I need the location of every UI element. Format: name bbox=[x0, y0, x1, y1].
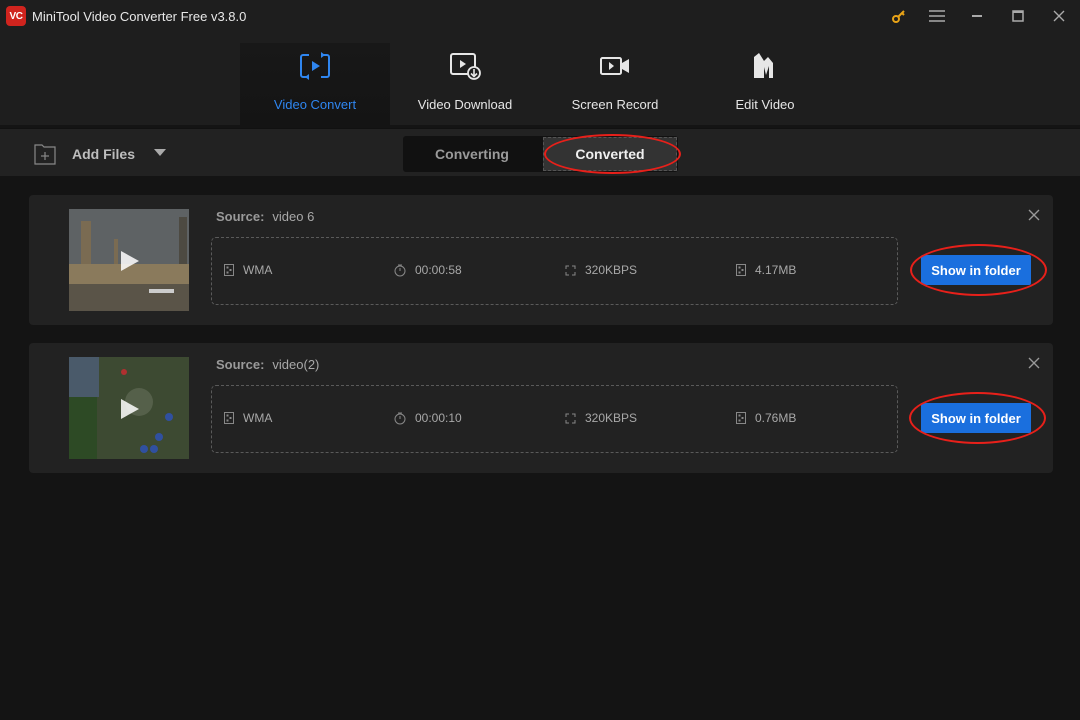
menu-icon[interactable] bbox=[924, 4, 950, 28]
video-thumbnail[interactable] bbox=[69, 209, 189, 311]
format-icon bbox=[224, 412, 234, 424]
minimize-icon[interactable] bbox=[964, 4, 990, 28]
tab-label: Edit Video bbox=[735, 97, 795, 112]
main-nav: Video Convert Video Download Screen Reco… bbox=[0, 33, 1080, 125]
tab-video-convert[interactable]: Video Convert bbox=[240, 43, 390, 125]
toolbar: Add Files Converting Converted bbox=[0, 128, 1080, 176]
close-icon[interactable] bbox=[1046, 4, 1072, 28]
format-info: WMA bbox=[224, 263, 272, 277]
bitrate-value: 320KBPS bbox=[585, 411, 638, 425]
bitrate-value: 320KBPS bbox=[585, 263, 638, 277]
format-value: WMA bbox=[243, 263, 273, 277]
duration-value: 00:00:10 bbox=[415, 411, 462, 425]
resize-icon bbox=[565, 265, 576, 275]
tab-label: Screen Record bbox=[571, 97, 659, 112]
format-value: WMA bbox=[243, 411, 273, 425]
add-files-label: Add Files bbox=[72, 146, 136, 162]
show-in-folder-button[interactable]: Show in folder bbox=[921, 403, 1031, 433]
resize-icon bbox=[565, 413, 576, 423]
bitrate-info: 320KBPS bbox=[565, 411, 637, 425]
duration-info: 00:00:58 bbox=[394, 263, 462, 277]
maximize-icon[interactable] bbox=[1005, 4, 1031, 28]
bitrate-info: 320KBPS bbox=[565, 263, 637, 277]
timer-icon bbox=[394, 264, 406, 276]
source-info: Source: video 6 bbox=[216, 209, 314, 224]
tab-screen-record[interactable]: Screen Record bbox=[540, 43, 690, 125]
source-info: Source: video(2) bbox=[216, 357, 319, 372]
size-info: 4.17MB bbox=[736, 263, 796, 277]
status-segment: Converting Converted bbox=[403, 136, 678, 172]
file-size-icon bbox=[736, 264, 746, 276]
convert-icon bbox=[300, 52, 330, 80]
duration-info: 00:00:10 bbox=[394, 411, 462, 425]
size-value: 4.17MB bbox=[755, 263, 797, 277]
converted-item: Source: video 6 WMA 00:00:58 320KBPS 4.17… bbox=[29, 195, 1053, 325]
remove-item-icon[interactable] bbox=[1027, 356, 1041, 370]
file-info-box: WMA 00:00:10 320KBPS 0.76MB bbox=[211, 385, 898, 453]
video-thumbnail[interactable] bbox=[69, 357, 189, 459]
add-files-button[interactable]: Add Files bbox=[34, 143, 135, 165]
add-file-icon bbox=[34, 144, 56, 165]
title-bar: VC MiniTool Video Converter Free v3.8.0 bbox=[0, 0, 1080, 33]
source-name: video(2) bbox=[272, 357, 320, 372]
remove-item-icon[interactable] bbox=[1027, 208, 1041, 222]
file-info-box: WMA 00:00:58 320KBPS 4.17MB bbox=[211, 237, 898, 305]
converted-item: Source: video(2) WMA 00:00:10 320KBPS 0.7… bbox=[29, 343, 1053, 473]
source-name: video 6 bbox=[272, 209, 315, 224]
tab-video-download[interactable]: Video Download bbox=[390, 43, 540, 125]
file-size-icon bbox=[736, 412, 746, 424]
edit-video-icon bbox=[754, 53, 773, 78]
download-icon bbox=[450, 53, 481, 80]
app-title: MiniTool Video Converter Free v3.8.0 bbox=[32, 9, 247, 24]
size-value: 0.76MB bbox=[755, 411, 797, 425]
tab-edit-video[interactable]: Edit Video bbox=[690, 43, 840, 125]
key-icon[interactable] bbox=[886, 4, 912, 28]
size-info: 0.76MB bbox=[736, 411, 796, 425]
play-icon bbox=[121, 399, 139, 419]
duration-value: 00:00:58 bbox=[415, 263, 462, 277]
format-info: WMA bbox=[224, 411, 272, 425]
tab-label: Video Convert bbox=[273, 97, 357, 112]
play-icon bbox=[121, 251, 139, 271]
show-in-folder-button[interactable]: Show in folder bbox=[921, 255, 1031, 285]
timer-icon bbox=[394, 412, 406, 424]
chevron-down-icon[interactable] bbox=[154, 149, 166, 156]
tab-converting[interactable]: Converting bbox=[405, 137, 539, 171]
record-icon bbox=[600, 57, 629, 75]
source-label: Source: bbox=[216, 357, 265, 372]
tab-label: Video Download bbox=[417, 97, 513, 112]
format-icon bbox=[224, 264, 234, 276]
app-logo: VC bbox=[6, 6, 26, 26]
source-label: Source: bbox=[216, 209, 265, 224]
tab-converted[interactable]: Converted bbox=[543, 137, 677, 171]
